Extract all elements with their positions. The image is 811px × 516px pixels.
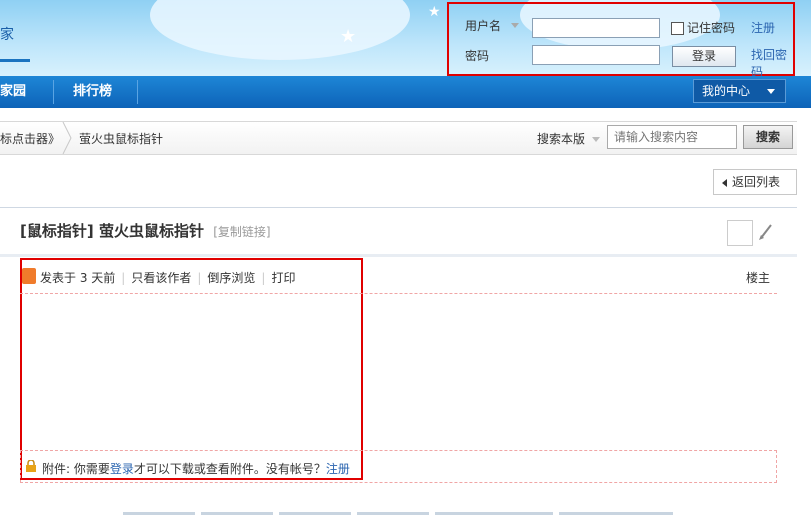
- thread-title-text: 萤火虫鼠标指针: [98, 222, 204, 240]
- post-meta: 发表于 3 天前 | 只看该作者 | 倒序浏览 | 打印: [40, 271, 296, 285]
- attachment-register-link[interactable]: 注册: [326, 462, 350, 476]
- user-icon: [22, 268, 36, 284]
- search-button[interactable]: 搜索: [743, 125, 793, 149]
- search-scope-select[interactable]: 搜索本版: [537, 130, 600, 147]
- back-to-list-label: 返回列表: [732, 175, 781, 189]
- breadcrumb-separator-icon: [62, 122, 72, 154]
- star-icon: ★: [340, 26, 357, 47]
- favorite-box[interactable]: [727, 220, 753, 246]
- nav-item-ranking[interactable]: 排行榜: [59, 76, 126, 108]
- attachment-prefix: 附件: 你需要: [42, 462, 110, 476]
- print-link[interactable]: 打印: [271, 271, 295, 285]
- nav-divider: [137, 80, 138, 104]
- site-logo-icon: [0, 43, 30, 62]
- username-label: 用户名: [465, 19, 502, 33]
- reverse-order-link[interactable]: 倒序浏览: [207, 271, 255, 285]
- main-nav: 家园 排行榜 我的中心: [0, 76, 811, 108]
- top-banner: ★ ★ 家 用户名 记住密码 注册 密码 登录 找回密码: [0, 0, 811, 76]
- thread-title: [鼠标指针] 萤火虫鼠标指针 [复制链接]: [20, 220, 271, 241]
- nav-item-home[interactable]: 家园: [0, 76, 40, 108]
- username-input[interactable]: [532, 18, 660, 38]
- my-center-label: 我的中心: [702, 84, 751, 98]
- arrow-left-icon: [722, 179, 727, 187]
- annotation-highlight-box: [20, 258, 363, 480]
- breadcrumb: 标点击器》 萤火虫鼠标指针 搜索本版 搜索: [0, 121, 797, 155]
- cloud-decoration: [150, 0, 410, 60]
- search-scope-label: 搜索本版: [537, 132, 586, 146]
- forgot-password-link[interactable]: 找回密码: [751, 46, 793, 76]
- search-input[interactable]: [607, 125, 737, 149]
- password-label: 密码: [465, 49, 490, 63]
- site-logo-text: 家: [0, 27, 14, 43]
- attachment-text: 附件: 你需要登录才可以下载或查看附件。没有帐号？注册: [42, 460, 350, 477]
- lock-icon: [26, 460, 36, 472]
- register-link[interactable]: 注册: [751, 19, 775, 36]
- copy-link[interactable]: [复制链接]: [213, 225, 270, 239]
- back-to-list-button[interactable]: 返回列表: [713, 169, 797, 195]
- remember-password-checkbox[interactable]: [671, 22, 684, 35]
- attachment-login-link[interactable]: 登录: [110, 462, 134, 476]
- remember-password-label: 记住密码: [687, 21, 736, 35]
- chevron-down-icon: [591, 137, 600, 142]
- my-center-dropdown[interactable]: 我的中心: [693, 79, 786, 103]
- thread-category[interactable]: [鼠标指针]: [20, 222, 94, 240]
- password-input[interactable]: [532, 45, 660, 65]
- breadcrumb-current: 萤火虫鼠标指针: [79, 132, 164, 146]
- chevron-down-icon[interactable]: [511, 23, 519, 28]
- floor-label: 楼主: [746, 271, 771, 285]
- login-panel: 用户名 记住密码 注册 密码 登录 找回密码: [447, 2, 795, 76]
- attachment-middle: 才可以下载或查看附件。没有帐号？: [133, 462, 326, 476]
- edit-pen-icon[interactable]: [758, 222, 774, 240]
- post-date: 发表于 3 天前: [40, 271, 116, 285]
- login-button[interactable]: 登录: [672, 46, 736, 67]
- nav-divider: [53, 80, 54, 104]
- only-author-link[interactable]: 只看该作者: [131, 271, 191, 285]
- star-icon: ★: [428, 4, 441, 20]
- meta-divider: [20, 293, 777, 294]
- title-divider: [0, 254, 797, 257]
- breadcrumb-item[interactable]: 标点击器》: [0, 130, 60, 147]
- chevron-down-icon: [767, 89, 775, 94]
